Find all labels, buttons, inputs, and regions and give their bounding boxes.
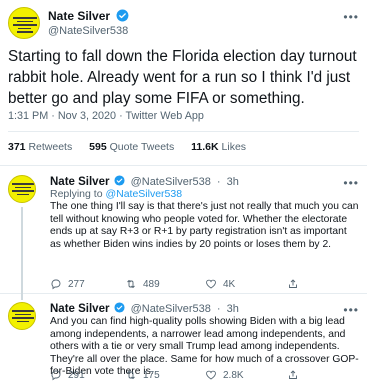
retweet-icon bbox=[127, 370, 135, 380]
meta-separator: · bbox=[119, 110, 123, 122]
verified-badge-icon bbox=[113, 302, 125, 313]
thread-connector bbox=[21, 294, 23, 300]
reply-count: 277 bbox=[68, 278, 85, 290]
tweet-date[interactable]: Nov 3, 2020 bbox=[58, 110, 116, 122]
like-button[interactable]: 4K bbox=[205, 278, 235, 290]
meta-separator: · bbox=[51, 110, 55, 122]
tweet-source[interactable]: Twitter Web App bbox=[125, 110, 203, 122]
avatar-drawing bbox=[12, 310, 34, 324]
reply-text: The one thing I'll say is that there's j… bbox=[50, 201, 359, 250]
more-options-icon[interactable]: ••• bbox=[343, 304, 359, 316]
tweet-text: Starting to fall down the Florida electi… bbox=[8, 48, 357, 107]
divider bbox=[8, 131, 359, 132]
retweet-button[interactable]: 489 bbox=[125, 278, 160, 290]
tweet-time[interactable]: 1:31 PM bbox=[8, 110, 48, 122]
avatar-drawing bbox=[12, 183, 34, 197]
verified-badge-icon bbox=[116, 9, 128, 22]
tweet-stats: 371 Retweets 595 Quote Tweets 11.6K Like… bbox=[8, 141, 260, 153]
share-icon bbox=[289, 370, 297, 379]
more-options-icon[interactable]: ••• bbox=[343, 177, 359, 189]
reply-tweet[interactable]: Nate Silver @NateSilver538 · 3h ••• Repl… bbox=[0, 167, 367, 294]
separator: · bbox=[216, 303, 221, 315]
reply-tweet[interactable]: Nate Silver @NateSilver538 · 3h ••• And … bbox=[0, 294, 367, 384]
retweet-button[interactable]: 175 bbox=[125, 369, 160, 381]
share-icon bbox=[289, 279, 297, 288]
reply-actions: 277 489 4K bbox=[50, 278, 350, 292]
like-count: 4K bbox=[223, 278, 236, 290]
retweet-count: 175 bbox=[143, 369, 160, 381]
avatar[interactable] bbox=[8, 175, 36, 203]
reply-time[interactable]: 3h bbox=[227, 176, 239, 188]
reply-actions: 291 175 2.8K bbox=[50, 369, 350, 383]
quote-tweets-stat[interactable]: 595 Quote Tweets bbox=[89, 141, 174, 153]
share-button[interactable] bbox=[287, 278, 299, 290]
reply-count: 291 bbox=[68, 369, 85, 381]
reply-header: Nate Silver @NateSilver538 · 3h bbox=[50, 175, 239, 188]
replying-to-handle[interactable]: @NateSilver538 bbox=[105, 188, 182, 200]
verified-badge-icon bbox=[113, 175, 125, 186]
author-name[interactable]: Nate Silver bbox=[48, 9, 110, 23]
reply-button[interactable]: 291 bbox=[50, 369, 85, 381]
retweet-icon bbox=[127, 279, 135, 289]
author-handle[interactable]: @NateSilver538 bbox=[131, 303, 211, 315]
avatar-drawing bbox=[13, 17, 37, 35]
author-handle[interactable]: @NateSilver538 bbox=[48, 25, 128, 37]
avatar[interactable] bbox=[8, 302, 36, 330]
author-handle[interactable]: @NateSilver538 bbox=[131, 176, 211, 188]
author-name[interactable]: Nate Silver bbox=[50, 303, 109, 315]
like-count: 2.8K bbox=[223, 369, 244, 381]
main-tweet: Nate Silver @NateSilver538 ••• Starting … bbox=[0, 0, 367, 166]
likes-stat[interactable]: 11.6K Likes bbox=[191, 141, 246, 153]
reply-time[interactable]: 3h bbox=[227, 303, 239, 315]
heart-icon bbox=[206, 370, 216, 380]
comment-icon bbox=[51, 279, 61, 290]
separator: · bbox=[216, 176, 221, 188]
retweet-count: 489 bbox=[143, 278, 160, 290]
avatar[interactable] bbox=[8, 7, 40, 39]
more-options-icon[interactable]: ••• bbox=[343, 11, 359, 23]
reply-button[interactable]: 277 bbox=[50, 278, 85, 290]
retweets-stat[interactable]: 371 Retweets bbox=[8, 141, 72, 153]
tweet-meta: 1:31 PM · Nov 3, 2020 · Twitter Web App bbox=[8, 110, 204, 122]
author-name[interactable]: Nate Silver bbox=[50, 176, 109, 188]
replying-prefix: Replying to bbox=[50, 188, 103, 200]
share-button[interactable] bbox=[287, 369, 299, 381]
heart-icon bbox=[206, 279, 216, 289]
comment-icon bbox=[51, 370, 61, 381]
replying-to: Replying to @NateSilver538 bbox=[50, 188, 182, 200]
author-name-row[interactable]: Nate Silver bbox=[48, 9, 129, 23]
like-button[interactable]: 2.8K bbox=[205, 369, 244, 381]
thread-connector bbox=[21, 207, 23, 294]
reply-header: Nate Silver @NateSilver538 · 3h bbox=[50, 302, 239, 315]
